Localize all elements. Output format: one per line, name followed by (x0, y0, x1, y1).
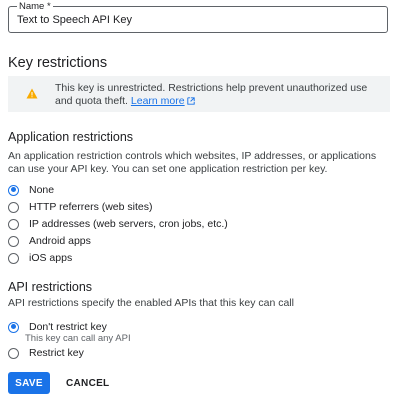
dont-restrict-sublabel: This key can call any API (25, 333, 131, 344)
radio-button[interactable] (8, 201, 19, 213)
radio-label: Restrict key (29, 347, 84, 359)
cancel-button[interactable]: CANCEL (62, 372, 113, 394)
radio-label: Android apps (29, 235, 91, 247)
radio-button[interactable] (8, 184, 19, 196)
app-restriction-http-referrers[interactable]: HTTP referrers (web sites) (8, 200, 153, 214)
name-input[interactable] (17, 14, 377, 26)
external-link-icon (186, 97, 195, 105)
radio-button[interactable] (8, 252, 19, 264)
radio-button[interactable] (8, 235, 19, 247)
radio-label: HTTP referrers (web sites) (29, 201, 153, 213)
radio-label: Don't restrict key (29, 321, 107, 333)
unrestricted-warning: This key is unrestricted. Restrictions h… (8, 76, 390, 112)
save-button[interactable]: SAVE (8, 372, 50, 394)
name-field-label: Name * (17, 1, 53, 12)
api-restrictions-heading: API restrictions (8, 280, 93, 294)
api-restriction-restrict-key[interactable]: Restrict key (8, 346, 84, 360)
radio-button[interactable] (8, 347, 19, 359)
app-restriction-ip-addresses[interactable]: IP addresses (web servers, cron jobs, et… (8, 217, 228, 231)
app-restriction-ios-apps[interactable]: iOS apps (8, 251, 72, 265)
app-restriction-android-apps[interactable]: Android apps (8, 234, 91, 248)
warning-text: This key is unrestricted. Restrictions h… (55, 82, 368, 107)
radio-label: IP addresses (web servers, cron jobs, et… (29, 218, 228, 230)
warning-text-block: This key is unrestricted. Restrictions h… (55, 82, 380, 108)
radio-label: iOS apps (29, 252, 73, 264)
app-restriction-none[interactable]: None (8, 183, 54, 197)
learn-more-link[interactable]: Learn more (131, 95, 195, 107)
radio-button[interactable] (8, 218, 19, 230)
key-restrictions-heading: Key restrictions (8, 55, 108, 71)
radio-button[interactable] (8, 321, 19, 333)
api-restrictions-description: API restrictions specify the enabled API… (8, 297, 294, 309)
application-restrictions-description: An application restriction controls whic… (8, 150, 377, 175)
api-restriction-dont-restrict[interactable]: Don't restrict key (8, 320, 107, 334)
learn-more-label: Learn more (130, 95, 185, 107)
warning-icon (26, 88, 38, 99)
name-field[interactable]: Name * (8, 1, 388, 33)
application-restrictions-heading: Application restrictions (8, 130, 134, 144)
radio-label: None (29, 184, 55, 196)
